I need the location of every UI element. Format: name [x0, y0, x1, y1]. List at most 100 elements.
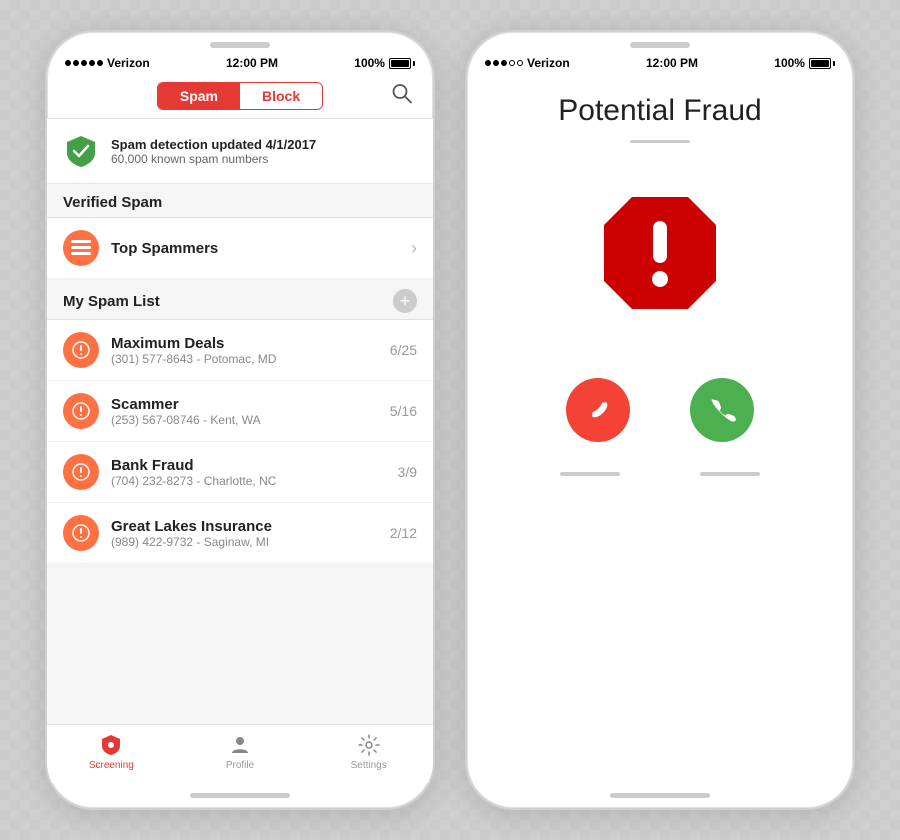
- fraud-divider: [630, 140, 690, 143]
- signal-dots: [65, 60, 103, 66]
- top-spammers-item[interactable]: Top Spammers ›: [47, 218, 433, 279]
- carrier-2: Verizon: [527, 56, 570, 70]
- time-1: 12:00 PM: [226, 56, 278, 70]
- phone-top: [47, 32, 433, 52]
- dot-3: [81, 60, 87, 66]
- dot-1: [65, 60, 71, 66]
- spam-detail-3: (989) 422-9732 - Saginaw, MI: [111, 535, 378, 549]
- profile-icon: [228, 733, 252, 757]
- screening-label: Screening: [89, 760, 134, 771]
- phone-1: Verizon 12:00 PM 100% Spam Block: [45, 30, 435, 810]
- battery-pct-2: 100%: [774, 56, 805, 70]
- settings-icon: [357, 733, 381, 757]
- settings-label: Settings: [351, 760, 387, 771]
- spam-icon-3: [63, 515, 99, 551]
- spam-text-3: Great Lakes Insurance (989) 422-9732 - S…: [111, 518, 378, 549]
- spam-items-list: Maximum Deals (301) 577-8643 - Potomac, …: [47, 320, 433, 564]
- update-subtitle: 60,000 known spam numbers: [111, 152, 316, 166]
- call-btn-labels: [560, 472, 760, 476]
- search-icon: [391, 83, 413, 105]
- top-spammers-label: Top Spammers: [111, 240, 399, 257]
- carrier-1: Verizon: [107, 56, 150, 70]
- spam-text-0: Maximum Deals (301) 577-8643 - Potomac, …: [111, 335, 378, 366]
- list-item[interactable]: Bank Fraud (704) 232-8273 - Charlotte, N…: [47, 442, 433, 503]
- add-spam-button[interactable]: +: [393, 289, 417, 313]
- spam-count-3: 2/12: [390, 525, 417, 541]
- nav-settings[interactable]: Settings: [304, 733, 433, 771]
- call-buttons: [566, 378, 754, 442]
- battery-icon-1: [389, 58, 415, 69]
- phone-bottom-2: [467, 783, 853, 808]
- spam-count-2: 3/9: [398, 464, 417, 480]
- gear-nav-icon: [357, 733, 381, 757]
- shield-icon: [63, 133, 99, 169]
- spam-text-1: Scammer (253) 567-08746 - Kent, WA: [111, 396, 378, 427]
- spam-icon-2: [63, 454, 99, 490]
- speaker-bar: [210, 42, 270, 48]
- spam-name-1: Scammer: [111, 396, 378, 413]
- accept-button[interactable]: [690, 378, 754, 442]
- phone-top-2: [467, 32, 853, 52]
- home-bar-1[interactable]: [190, 793, 290, 798]
- spam-count-0: 6/25: [390, 342, 417, 358]
- spam-count-1: 5/16: [390, 403, 417, 419]
- status-right-1: 100%: [354, 56, 415, 70]
- profile-label: Profile: [226, 760, 254, 771]
- lines-icon: [71, 240, 91, 256]
- decline-icon: [583, 395, 613, 425]
- screening-icon: [99, 733, 123, 757]
- list-item[interactable]: Great Lakes Insurance (989) 422-9732 - S…: [47, 503, 433, 564]
- phone-1-content: Spam Block Spam detection updated 4/1/20…: [47, 74, 433, 783]
- list-icon-lines: [63, 230, 99, 266]
- update-text: Spam detection updated 4/1/2017 60,000 k…: [111, 137, 316, 166]
- segment-bar: Spam Block: [47, 74, 433, 119]
- status-bar-1: Verizon 12:00 PM 100%: [47, 52, 433, 74]
- dot-5: [97, 60, 103, 66]
- spam-icon-1: [63, 393, 99, 429]
- nav-profile[interactable]: Profile: [176, 733, 305, 771]
- fraud-screen: Potential Fraud: [467, 74, 853, 783]
- status-left-2: Verizon: [485, 56, 570, 70]
- decline-button[interactable]: [566, 378, 630, 442]
- spam-icon-0: [63, 332, 99, 368]
- fraud-icon-container: [590, 183, 730, 328]
- bottom-nav: Screening Profile Settin: [47, 724, 433, 783]
- phone-bottom-1: [47, 783, 433, 808]
- block-tab[interactable]: Block: [240, 83, 322, 109]
- person-nav-icon: [228, 733, 252, 757]
- dot2-5: [517, 60, 523, 66]
- spam-detail-2: (704) 232-8273 - Charlotte, NC: [111, 474, 386, 488]
- fraud-title: Potential Fraud: [558, 94, 761, 128]
- segment-control[interactable]: Spam Block: [157, 82, 323, 110]
- my-spam-list-header: My Spam List +: [47, 279, 433, 320]
- dot-4: [89, 60, 95, 66]
- status-right-2: 100%: [774, 56, 835, 70]
- speaker-bar-2: [630, 42, 690, 48]
- list-item[interactable]: Scammer (253) 567-08746 - Kent, WA 5/16: [47, 381, 433, 442]
- exclamation-icon-2: [72, 463, 90, 481]
- fraud-octagon-icon: [590, 183, 730, 323]
- dot2-1: [485, 60, 491, 66]
- time-2: 12:00 PM: [646, 56, 698, 70]
- accept-label-bar: [700, 472, 760, 476]
- top-spammers-text: Top Spammers: [111, 240, 399, 257]
- spam-name-3: Great Lakes Insurance: [111, 518, 378, 535]
- nav-screening[interactable]: Screening: [47, 733, 176, 771]
- list-item[interactable]: Maximum Deals (301) 577-8643 - Potomac, …: [47, 320, 433, 381]
- status-bar-2: Verizon 12:00 PM 100%: [467, 52, 853, 74]
- battery-pct-1: 100%: [354, 56, 385, 70]
- dot-2: [73, 60, 79, 66]
- verified-spam-section: Verified Spam: [47, 184, 433, 218]
- spam-tab[interactable]: Spam: [158, 83, 240, 109]
- shield-nav-icon: [99, 733, 123, 757]
- dot2-3: [501, 60, 507, 66]
- dot2-4: [509, 60, 515, 66]
- update-title: Spam detection updated 4/1/2017: [111, 137, 316, 152]
- battery-icon-2: [809, 58, 835, 69]
- spam-name-2: Bank Fraud: [111, 457, 386, 474]
- home-bar-2[interactable]: [610, 793, 710, 798]
- search-button[interactable]: [391, 83, 413, 110]
- accept-icon: [707, 395, 737, 425]
- signal-dots-2: [485, 60, 523, 66]
- spam-text-2: Bank Fraud (704) 232-8273 - Charlotte, N…: [111, 457, 386, 488]
